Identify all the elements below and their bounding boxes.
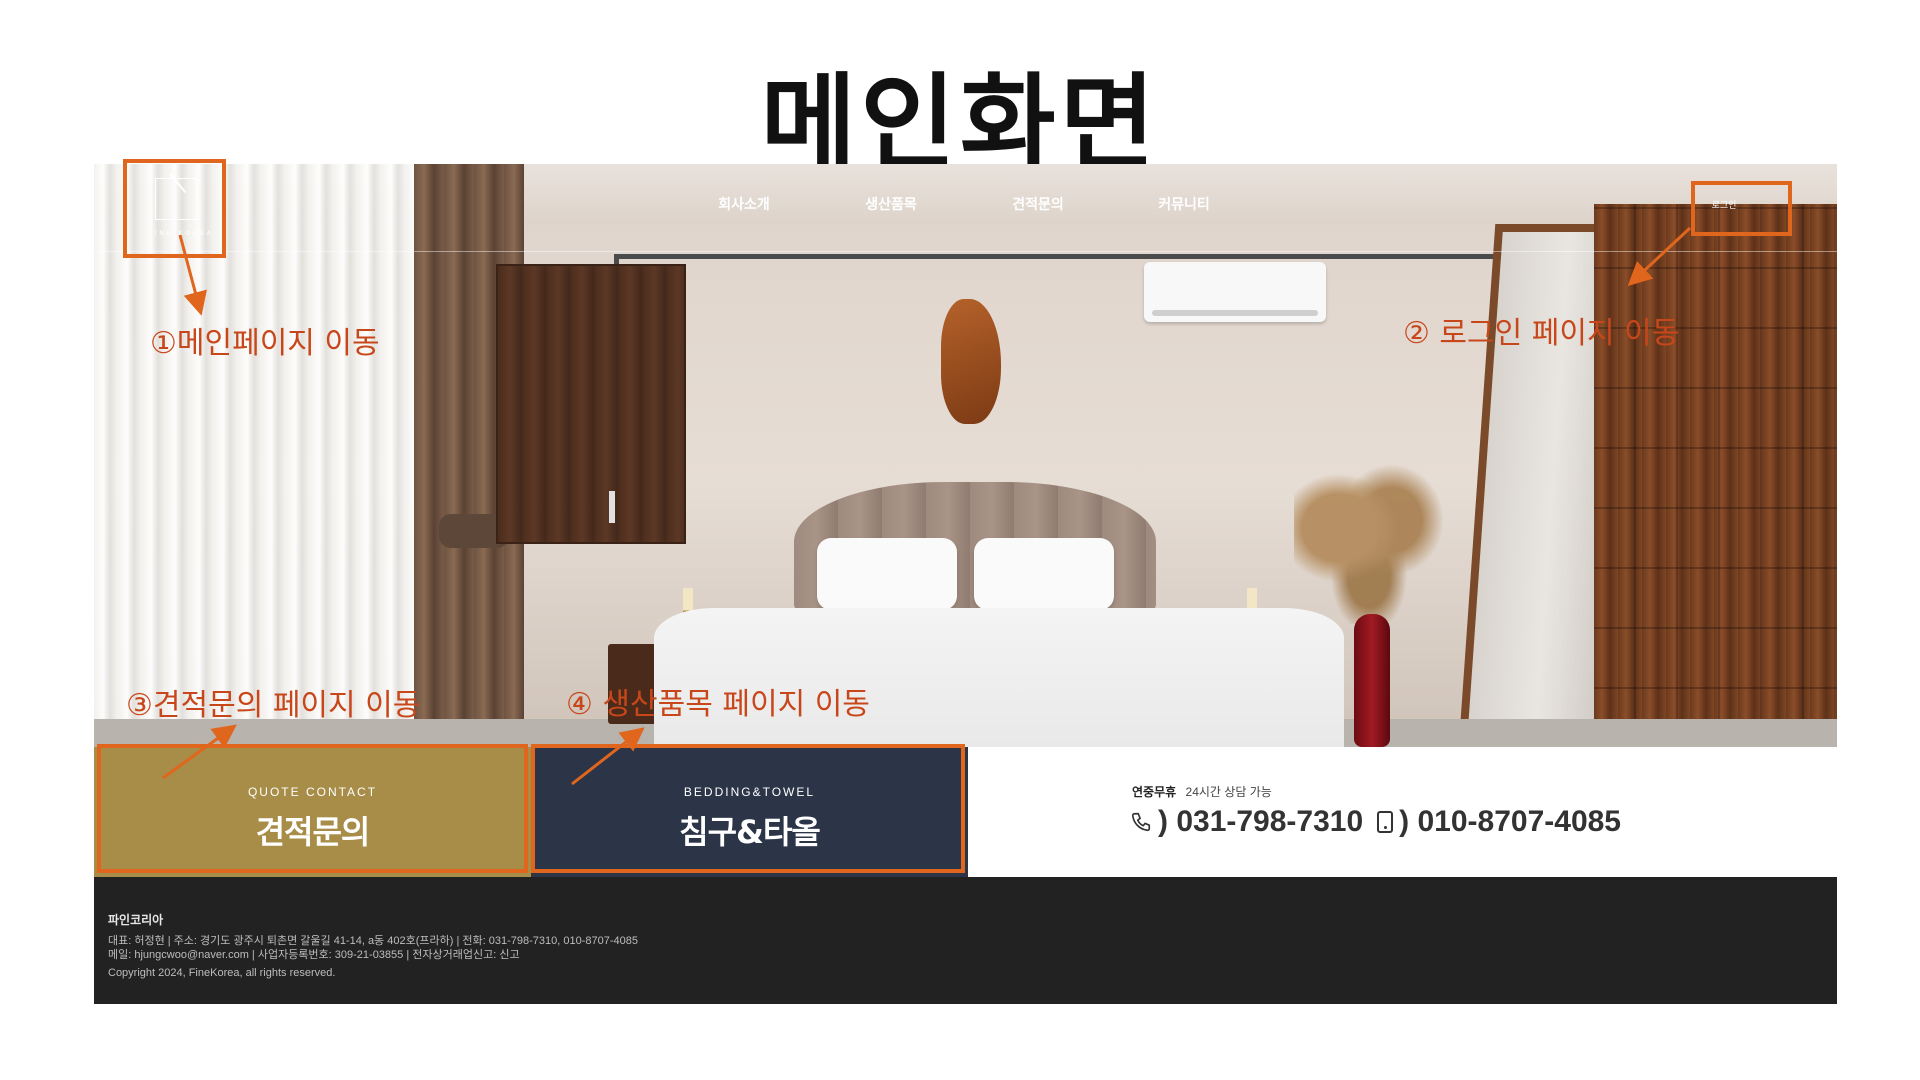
nav-item-quote[interactable]: 견적문의 (998, 194, 1078, 214)
annotation-login-page: ② 로그인 페이지 이동 (1403, 316, 1680, 351)
annotation-main-page: ①메인페이지 이동 (150, 326, 380, 361)
contact-label: 연중무휴 (1132, 785, 1177, 799)
footer-company-name: 파인코리아 (108, 913, 164, 927)
footer-contact-info: 메일: hjungcwoo@naver.com | 사업자등록번호: 309-2… (108, 949, 520, 961)
mobile-phone-icon (1377, 811, 1394, 833)
website-preview: FINE KOREA 회사소개 생산품목 견적문의 커뮤니티 로그인 QUOTE… (94, 164, 1837, 1004)
nav-item-community[interactable]: 커뮤니티 (1144, 194, 1224, 214)
annotation-quote-page: ③견적문의 페이지 이동 (126, 688, 421, 723)
phone-icon (1131, 812, 1151, 832)
contact-hours: 24시간 상담 가능 (1185, 785, 1272, 799)
bedding-highlight-box (531, 744, 965, 873)
quote-highlight-box (97, 744, 528, 873)
footer-copyright: Copyright 2024, FineKorea, all rights re… (108, 967, 336, 979)
site-footer: 파인코리아 대표: 허정현 | 주소: 경기도 광주시 퇴촌면 갈울길 41-1… (94, 877, 1837, 1004)
office-phone[interactable]: ) 031-798-7310 (1158, 805, 1363, 838)
nav-item-company[interactable]: 회사소개 (704, 194, 784, 214)
logo-highlight-box (123, 159, 226, 258)
nav-item-products[interactable]: 생산품목 (851, 194, 931, 214)
contact-info: 연중무휴 24시간 상담 가능 ) 031-798-7310 ) 010-8707… (968, 747, 1837, 877)
mobile-phone[interactable]: ) 010-8707-4085 (1399, 805, 1621, 838)
top-navigation: FINE KOREA 회사소개 생산품목 견적문의 커뮤니티 로그인 (94, 164, 1837, 252)
annotation-products-page: ④ 생산품목 페이지 이동 (566, 687, 870, 722)
login-highlight-box (1691, 181, 1792, 236)
hero-image: FINE KOREA 회사소개 생산품목 견적문의 커뮤니티 로그인 (94, 164, 1837, 747)
